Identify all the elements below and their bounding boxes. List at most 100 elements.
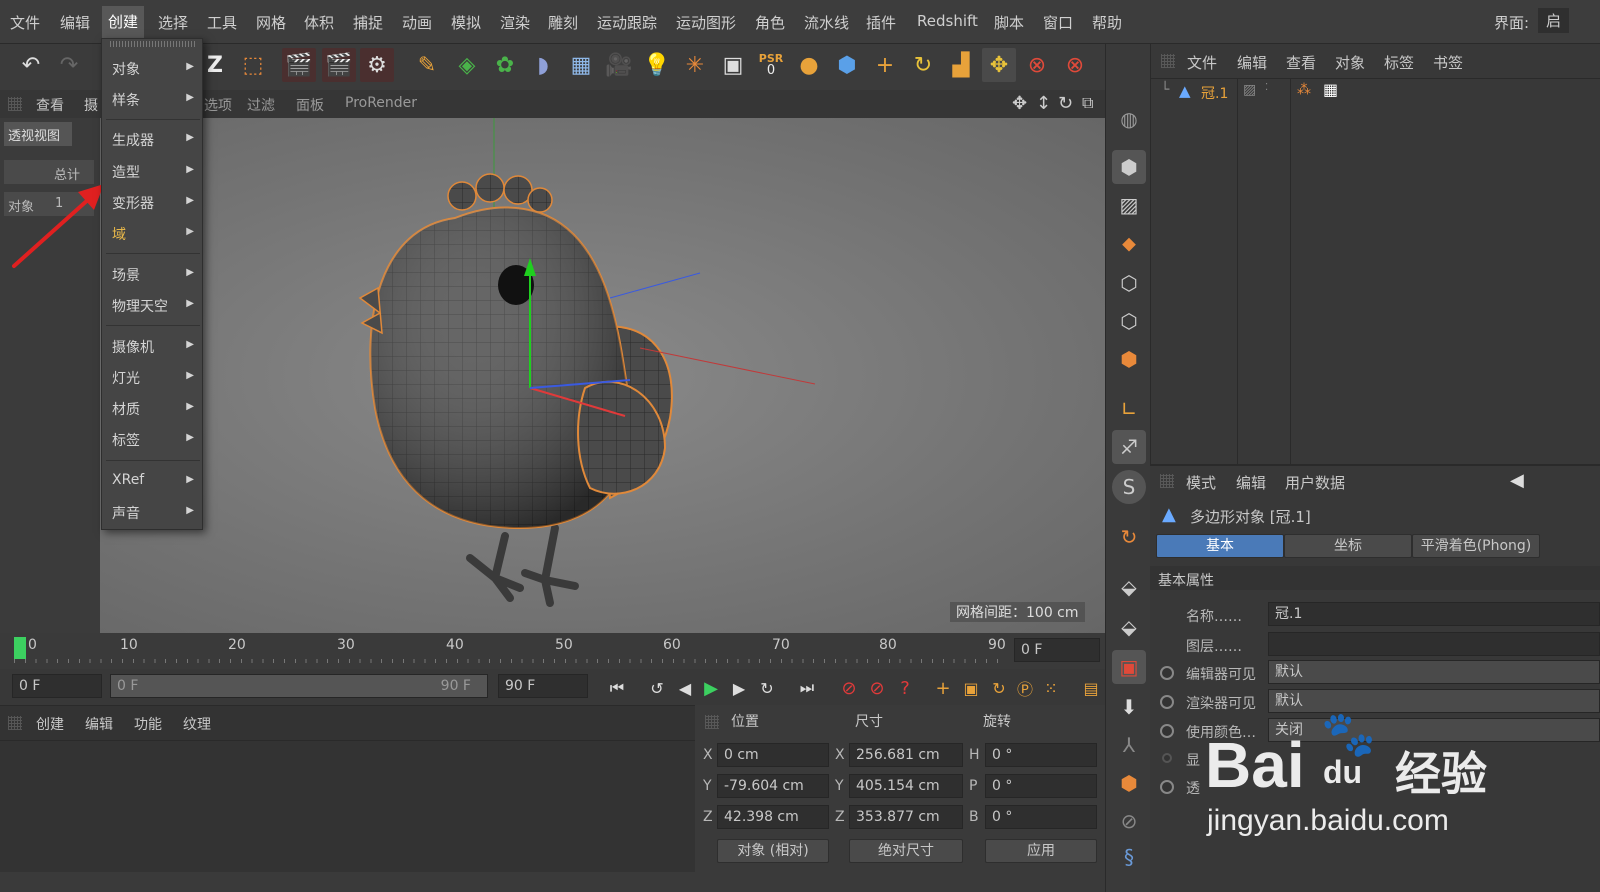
mat-menu-texture[interactable]: 纹理 (183, 714, 211, 734)
menu-item-scene[interactable]: 场景 ▶ (112, 265, 196, 285)
menu-item-tag[interactable]: 标签 ▶ (112, 430, 196, 450)
workplane-icon[interactable]: ⬥ (1112, 226, 1146, 260)
x-axis-lock-icon[interactable]: ⊗ (1020, 48, 1054, 82)
object-row[interactable]: └ ▲ 冠.1 ▨ ⁚ ⁂ ▦ (1151, 80, 1600, 106)
redo-icon[interactable]: ↷ (52, 48, 86, 82)
menu-render[interactable]: 渲染 (500, 12, 530, 33)
tab-phong[interactable]: 平滑着色(Phong) (1412, 534, 1540, 558)
menu-snap[interactable]: 捕捉 (353, 12, 383, 33)
editor-visible-select[interactable]: 默认 (1268, 660, 1600, 684)
menu-window[interactable]: 窗口 (1043, 12, 1073, 33)
point-mode-icon[interactable]: ⬡ (1112, 266, 1146, 300)
timeline-window-icon[interactable]: ▤ (1074, 671, 1108, 705)
box-select-icon[interactable]: ⬚ (236, 48, 270, 82)
next-key-icon[interactable]: ↻ (750, 671, 784, 705)
explode-icon[interactable]: ✳ (678, 48, 712, 82)
pos-y-field[interactable]: -79.604 cm (717, 774, 829, 798)
back-arrow-icon[interactable]: ◀ (1510, 470, 1524, 491)
timeline-ruler[interactable]: 0 10 20 30 40 50 60 70 80 90 0 F (0, 633, 1105, 669)
disabled-icon[interactable]: ⊘ (1112, 804, 1146, 838)
menu-mograph[interactable]: 运动图形 (676, 12, 736, 33)
menu-file[interactable]: 文件 (10, 12, 40, 33)
live-selection-icon[interactable]: ✥ (982, 48, 1016, 82)
size-x-field[interactable]: 256.681 cm (849, 743, 963, 767)
y-axis-lock-icon[interactable]: ⊗ (1058, 48, 1092, 82)
render-settings-icon[interactable]: ⚙ (360, 48, 394, 82)
menu-redshift[interactable]: Redshift (917, 12, 978, 30)
frame-range-slider[interactable]: 0 F 90 F (110, 674, 488, 698)
tag-icon[interactable]: ⁂ (1297, 82, 1311, 98)
mat-menu-create[interactable]: 创建 (36, 714, 64, 734)
vp-menu-panel[interactable]: 面板 (296, 95, 324, 115)
vp-menu-filter[interactable]: 过滤 (247, 95, 275, 115)
pos-x-field[interactable]: 0 cm (717, 743, 829, 767)
menu-simulate[interactable]: 模拟 (451, 12, 481, 33)
menu-item-object[interactable]: 对象 ▶ (112, 59, 196, 79)
render-visible-radio[interactable] (1160, 695, 1174, 709)
pen-icon[interactable]: ✎ (410, 48, 444, 82)
obj-menu-file[interactable]: 文件 (1187, 52, 1217, 73)
menu-item-field[interactable]: 域 ▶ (112, 224, 196, 244)
rot-p-field[interactable]: 0 ° (985, 774, 1097, 798)
start-frame-field[interactable]: 0 F (12, 674, 102, 698)
display-color-radio[interactable] (1162, 753, 1172, 763)
menu-script[interactable]: 脚本 (994, 12, 1024, 33)
render-visible-select[interactable]: 默认 (1268, 689, 1600, 713)
menu-item-spline[interactable]: 样条 ▶ (112, 90, 196, 110)
size-mode-select[interactable]: 绝对尺寸 (849, 839, 963, 863)
menu-select[interactable]: 选择 (158, 12, 188, 33)
z-icon[interactable]: Z (198, 48, 232, 82)
figure-icon[interactable]: ⅄ (1112, 728, 1146, 762)
use-color-radio[interactable] (1160, 724, 1174, 738)
end-frame-field[interactable]: 90 F (498, 674, 588, 698)
attr-menu-userdata[interactable]: 用户数据 (1285, 472, 1345, 493)
vp-menu-options[interactable]: 选项 (204, 95, 232, 115)
menu-item-deformer[interactable]: 变形器 ▶ (112, 193, 196, 213)
coord-system-icon[interactable]: ● (792, 48, 826, 82)
sculpt-icon[interactable]: ◍ (1112, 102, 1146, 136)
menu-sculpt[interactable]: 雕刻 (548, 12, 578, 33)
vp-menu-camera[interactable]: 摄 (84, 95, 98, 115)
menu-help[interactable]: 帮助 (1092, 12, 1122, 33)
cube-green-icon[interactable]: ◈ (450, 48, 484, 82)
menu-mesh[interactable]: 网格 (256, 12, 286, 33)
apply-button[interactable]: 应用 (985, 839, 1097, 863)
mat-menu-edit[interactable]: 编辑 (85, 714, 113, 734)
vp-maximize-icon[interactable]: ⧉ (1082, 93, 1093, 113)
edge-mode-icon[interactable]: ⬡ (1112, 304, 1146, 338)
render-picture-viewer-icon[interactable]: 🎬 (322, 48, 356, 82)
obj-menu-edit[interactable]: 编辑 (1237, 52, 1267, 73)
goto-start-icon[interactable]: ⏮ (600, 671, 634, 705)
texture-mode-icon[interactable]: ▨ (1112, 188, 1146, 222)
playhead[interactable] (14, 637, 26, 659)
solo-icon[interactable]: S (1112, 470, 1146, 504)
menu-item-camera[interactable]: 摄像机 ▶ (112, 337, 196, 357)
vp-menu-prorender[interactable]: ProRender (345, 95, 417, 111)
psr-button[interactable]: PSR 0 (754, 48, 788, 82)
download-icon[interactable]: ⬇ (1112, 690, 1146, 724)
tab-coordinates[interactable]: 坐标 (1284, 534, 1412, 558)
menu-item-material[interactable]: 材质 ▶ (112, 399, 196, 419)
tab-basic[interactable]: 基本 (1156, 534, 1284, 558)
menu-volume[interactable]: 体积 (304, 12, 334, 33)
generator-icon[interactable]: ✿ (488, 48, 522, 82)
viewport-solo-icon[interactable]: ▣ (1112, 650, 1146, 684)
attr-menu-edit[interactable]: 编辑 (1236, 472, 1266, 493)
menu-item-physical-sky[interactable]: 物理天空 ▶ (112, 296, 196, 316)
current-frame-field[interactable]: 0 F (1014, 638, 1100, 662)
size-y-field[interactable]: 405.154 cm (849, 774, 963, 798)
rot-b-field[interactable]: 0 ° (985, 805, 1097, 829)
menu-item-sound[interactable]: 声音 ▶ (112, 503, 196, 523)
grid-snap-icon[interactable]: ⬙ (1112, 610, 1146, 644)
menu-item-light[interactable]: 灯光 ▶ (112, 368, 196, 388)
layer-field[interactable] (1268, 632, 1600, 656)
size-z-field[interactable]: 353.877 cm (849, 805, 963, 829)
menu-plugins[interactable]: 插件 (866, 12, 896, 33)
floor-icon[interactable]: ▦ (564, 48, 598, 82)
move-icon[interactable]: + (868, 48, 902, 82)
object-mode-icon[interactable]: ⬢ (830, 48, 864, 82)
menu-item-xref[interactable]: XRef ▶ (112, 472, 196, 488)
pos-z-field[interactable]: 42.398 cm (717, 805, 829, 829)
polygon-mode-icon[interactable]: ⬢ (1112, 342, 1146, 376)
menu-tools[interactable]: 工具 (207, 12, 237, 33)
